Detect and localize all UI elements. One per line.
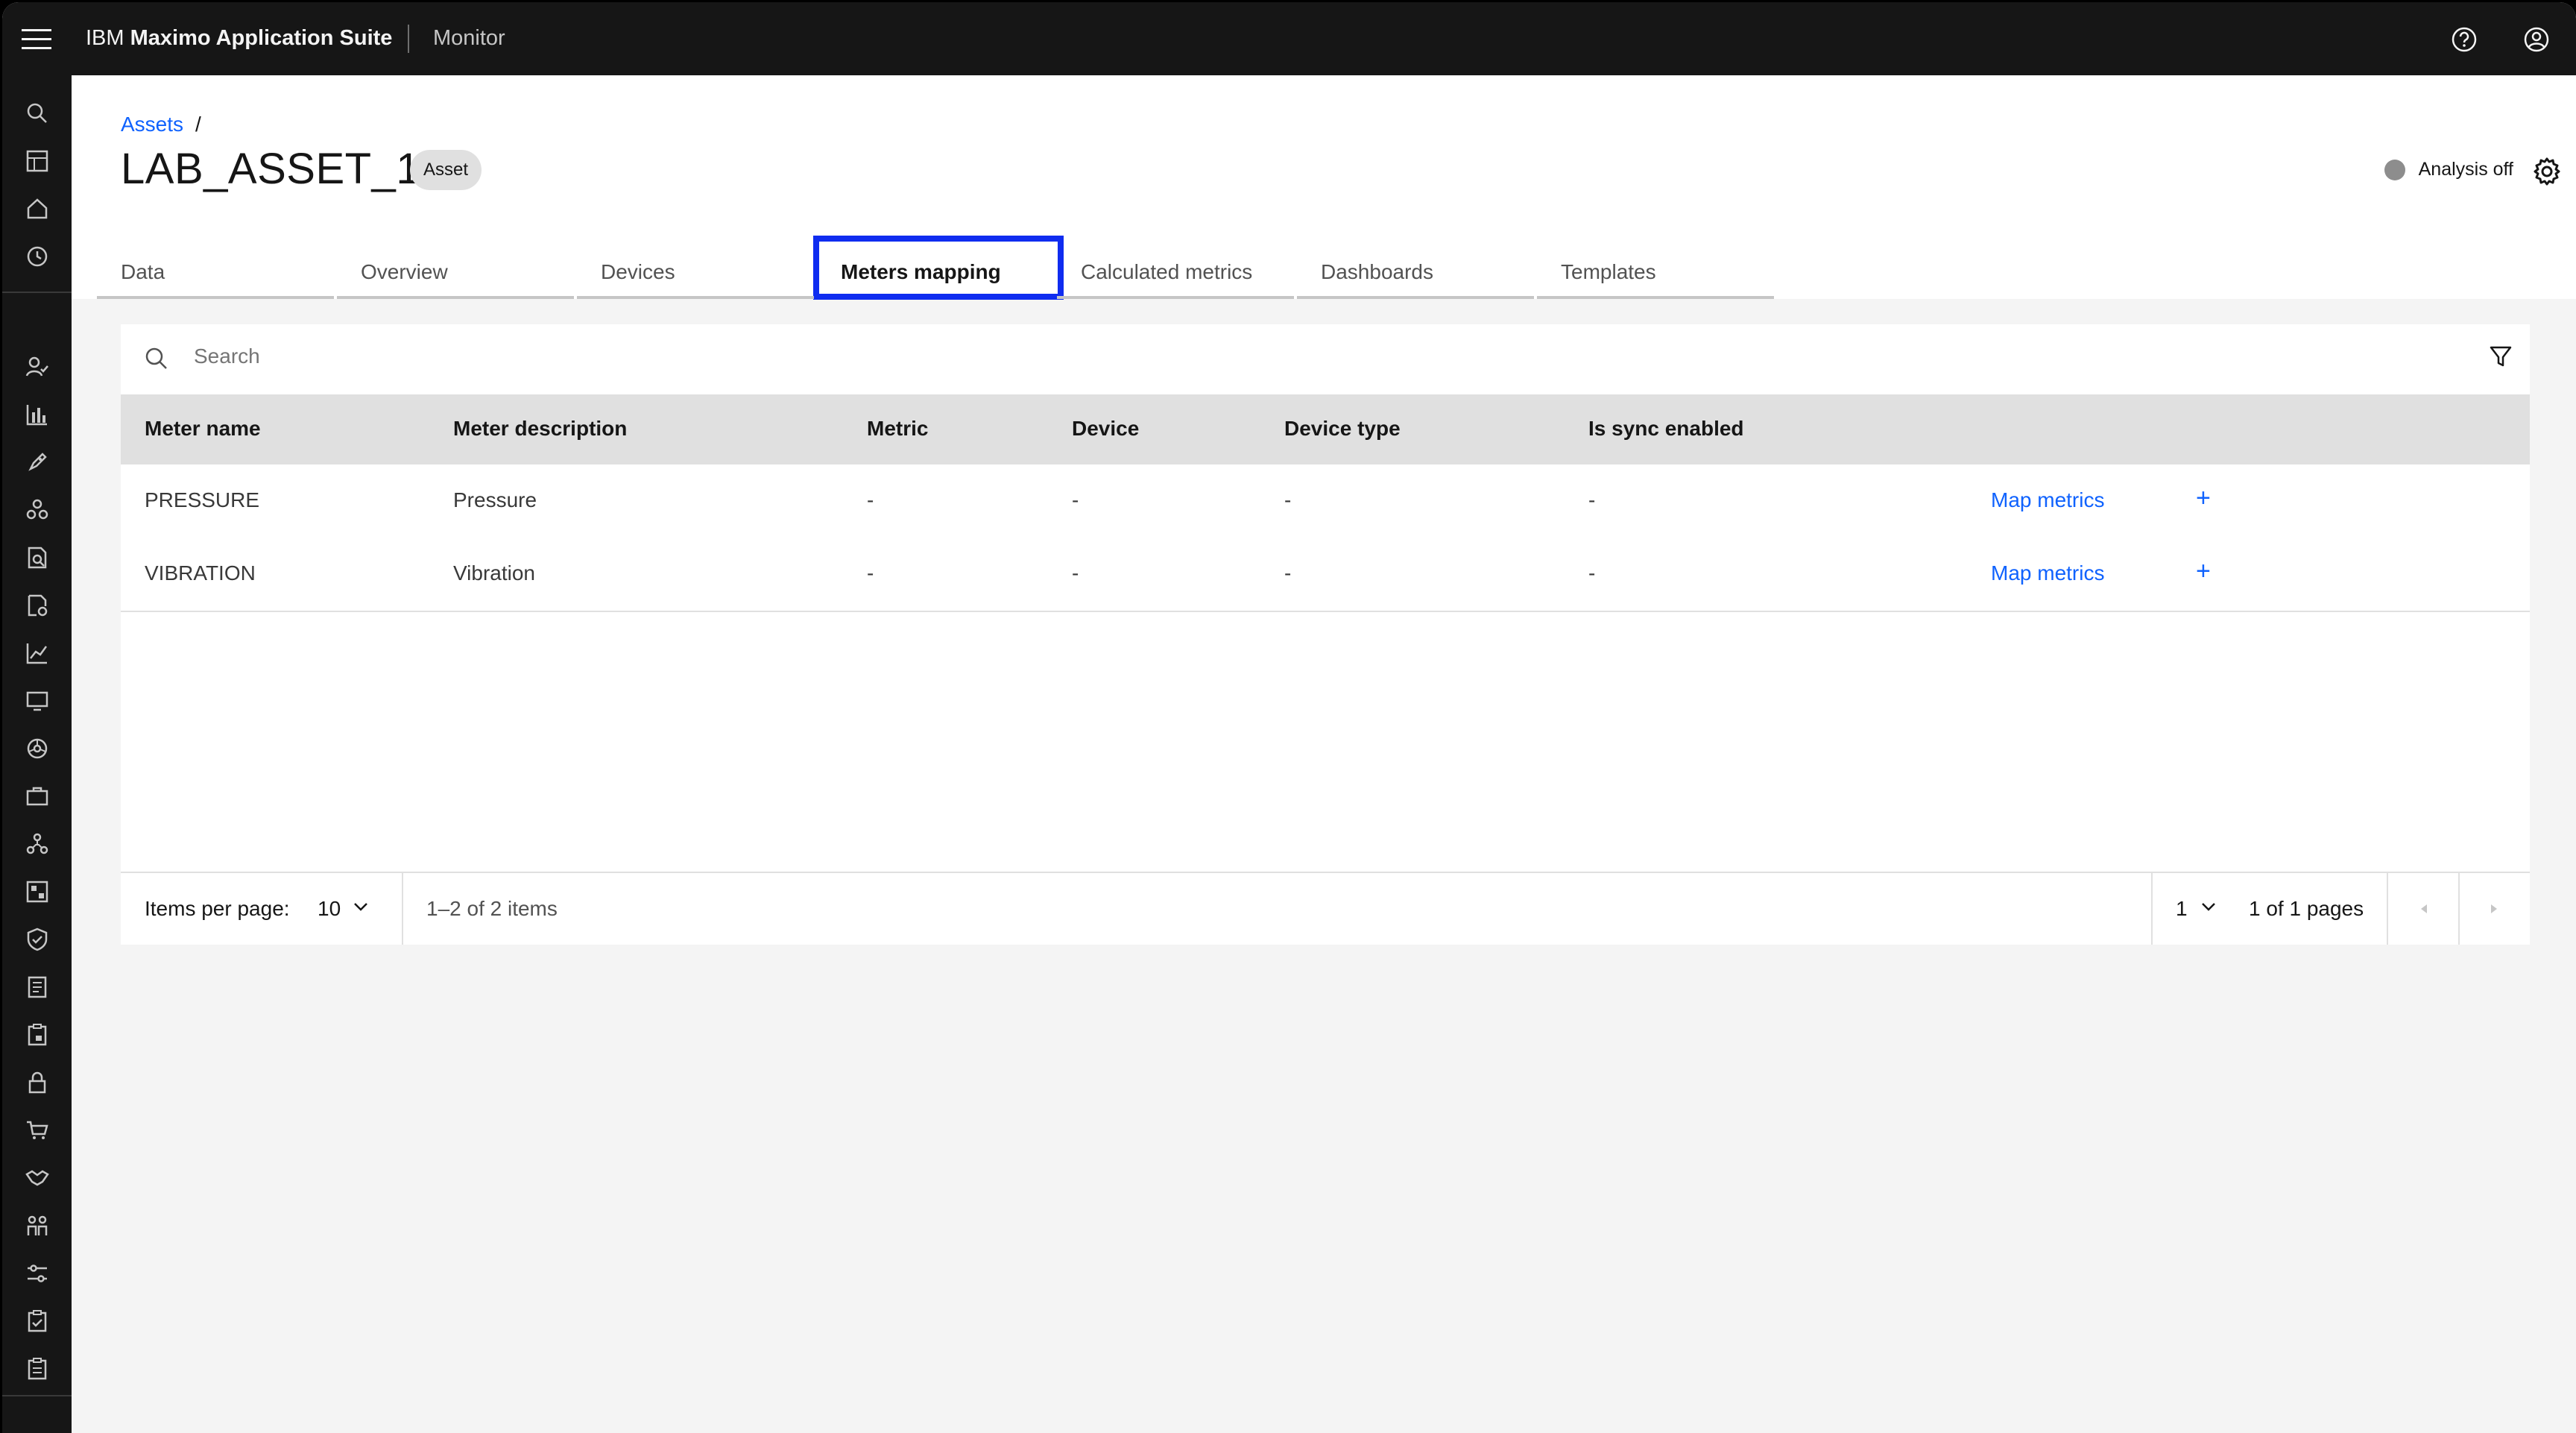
map-metrics-link[interactable]: Map metrics	[1991, 561, 2104, 585]
map-metrics-link[interactable]: Map metrics	[1991, 488, 2104, 512]
rail-divider	[2, 1395, 72, 1396]
gear-icon[interactable]	[2531, 156, 2563, 187]
document-search-icon[interactable]	[25, 545, 50, 570]
items-per-page-label: Items per page:	[145, 897, 290, 920]
add-icon[interactable]: +	[2196, 557, 2211, 586]
column-header-metric[interactable]: Metric	[867, 417, 928, 441]
menu-icon[interactable]	[22, 29, 51, 50]
filter-icon[interactable]	[2488, 344, 2513, 369]
cell-device: -	[1072, 488, 1079, 511]
rail-divider	[2, 292, 72, 293]
page-select[interactable]: 1	[2176, 897, 2188, 921]
screen-icon[interactable]	[25, 688, 50, 714]
tab-meters-mapping[interactable]: Meters mapping	[817, 253, 1054, 299]
table-header: Meter name Meter description Metric Devi…	[121, 394, 2530, 464]
handshake-icon[interactable]	[25, 1165, 50, 1191]
home-icon[interactable]	[25, 196, 50, 221]
network-icon[interactable]	[25, 831, 50, 857]
wheel-icon[interactable]	[25, 736, 50, 761]
tab-calculated-metrics[interactable]: Calculated metrics	[1057, 253, 1294, 299]
ledger-icon[interactable]	[25, 974, 50, 1000]
shield-icon[interactable]	[25, 927, 50, 952]
cell-device: -	[1072, 561, 1079, 585]
cell-meter-description: Pressure	[453, 488, 537, 511]
header-divider	[408, 25, 409, 53]
pagination-divider	[402, 873, 403, 945]
bar-chart-icon[interactable]	[25, 402, 50, 427]
column-header-device-type[interactable]: Device type	[1284, 417, 1401, 441]
people-icon[interactable]	[25, 1213, 50, 1238]
user-avatar-icon[interactable]	[2522, 25, 2551, 54]
brand-name: Maximo Application Suite	[130, 26, 393, 50]
cell-meter-name: VIBRATION	[145, 561, 256, 585]
app-window: IBM Maximo Application Suite Monitor Ass…	[2, 2, 2576, 1433]
toolbox-icon[interactable]	[25, 784, 50, 809]
cell-metric: -	[867, 488, 874, 511]
cluster-icon[interactable]	[25, 497, 50, 523]
search-bar	[121, 324, 2530, 394]
history-icon[interactable]	[25, 244, 50, 269]
breadcrumb-separator: /	[195, 113, 201, 136]
table-row: PRESSURE Pressure - - - - Map metrics +	[121, 464, 2530, 539]
side-rail	[2, 75, 72, 1433]
items-range-text: 1–2 of 2 items	[426, 897, 558, 920]
search-icon[interactable]	[25, 101, 50, 126]
pagination-divider	[2151, 873, 2153, 945]
cell-sync-enabled: -	[1588, 488, 1596, 511]
status-dot-icon	[2384, 159, 2405, 180]
clipboard-icon[interactable]	[25, 1356, 50, 1382]
line-chart-icon[interactable]	[25, 640, 50, 666]
pagination-bar: Items per page: 10 1–2 of 2 items 1 1 of…	[121, 872, 2530, 945]
top-header: IBM Maximo Application Suite Monitor	[2, 2, 2576, 75]
meters-table-card: Meter name Meter description Metric Devi…	[121, 324, 2530, 945]
checklist-icon[interactable]	[25, 1308, 50, 1334]
previous-page-icon[interactable]	[2388, 873, 2458, 945]
analysis-status: Analysis off	[2384, 159, 2513, 180]
tab-dashboards[interactable]: Dashboards	[1297, 253, 1534, 299]
column-header-meter-description[interactable]: Meter description	[453, 417, 627, 441]
analysis-status-label: Analysis off	[2418, 159, 2513, 180]
items-per-page-select[interactable]: 10	[318, 897, 341, 921]
add-icon[interactable]: +	[2196, 484, 2211, 513]
table-row: VIBRATION Vibration - - - - Map metrics …	[121, 538, 2530, 612]
lock-icon[interactable]	[25, 1070, 50, 1095]
page-title: LAB_ASSET_1	[121, 145, 421, 193]
asset-tag: Asset	[410, 150, 482, 190]
sliders-icon[interactable]	[25, 1261, 50, 1286]
tab-devices[interactable]: Devices	[577, 253, 814, 299]
search-icon	[145, 347, 167, 369]
next-page-icon[interactable]	[2460, 873, 2530, 945]
cart-icon[interactable]	[25, 1118, 50, 1143]
chevron-down-icon[interactable]	[353, 901, 368, 912]
cell-meter-name: PRESSURE	[145, 488, 260, 511]
calendar-grid-icon[interactable]	[25, 879, 50, 904]
breadcrumb-assets-link[interactable]: Assets	[121, 113, 183, 136]
clipboard-lock-icon[interactable]	[25, 1022, 50, 1048]
page-header: Assets / LAB_ASSET_1 Asset Analysis off D…	[72, 75, 2576, 300]
pages-text: 1 of 1 pages	[2249, 897, 2364, 920]
cell-device-type: -	[1284, 561, 1292, 585]
main-content: Assets / LAB_ASSET_1 Asset Analysis off D…	[72, 75, 2576, 1433]
brand-prefix: IBM	[86, 26, 124, 50]
tab-overview[interactable]: Overview	[337, 253, 574, 299]
rocket-icon[interactable]	[25, 450, 50, 475]
tab-data[interactable]: Data	[97, 253, 334, 299]
chevron-down-icon[interactable]	[2201, 901, 2216, 912]
workspace-icon[interactable]	[25, 148, 50, 174]
product-name: Monitor	[433, 26, 505, 50]
tab-templates[interactable]: Templates	[1537, 253, 1774, 299]
column-header-sync-enabled[interactable]: Is sync enabled	[1588, 417, 1744, 441]
column-header-device[interactable]: Device	[1072, 417, 1139, 441]
column-header-meter-name[interactable]: Meter name	[145, 417, 261, 441]
search-input[interactable]	[192, 344, 1537, 369]
document-settings-icon[interactable]	[25, 593, 50, 618]
cell-metric: -	[867, 561, 874, 585]
cell-meter-description: Vibration	[453, 561, 536, 585]
breadcrumb: Assets /	[121, 113, 201, 136]
brand-title[interactable]: IBM Maximo Application Suite	[86, 26, 392, 51]
help-icon[interactable]	[2450, 25, 2478, 54]
cell-device-type: -	[1284, 488, 1292, 511]
user-check-icon[interactable]	[25, 354, 50, 379]
cell-sync-enabled: -	[1588, 561, 1596, 585]
